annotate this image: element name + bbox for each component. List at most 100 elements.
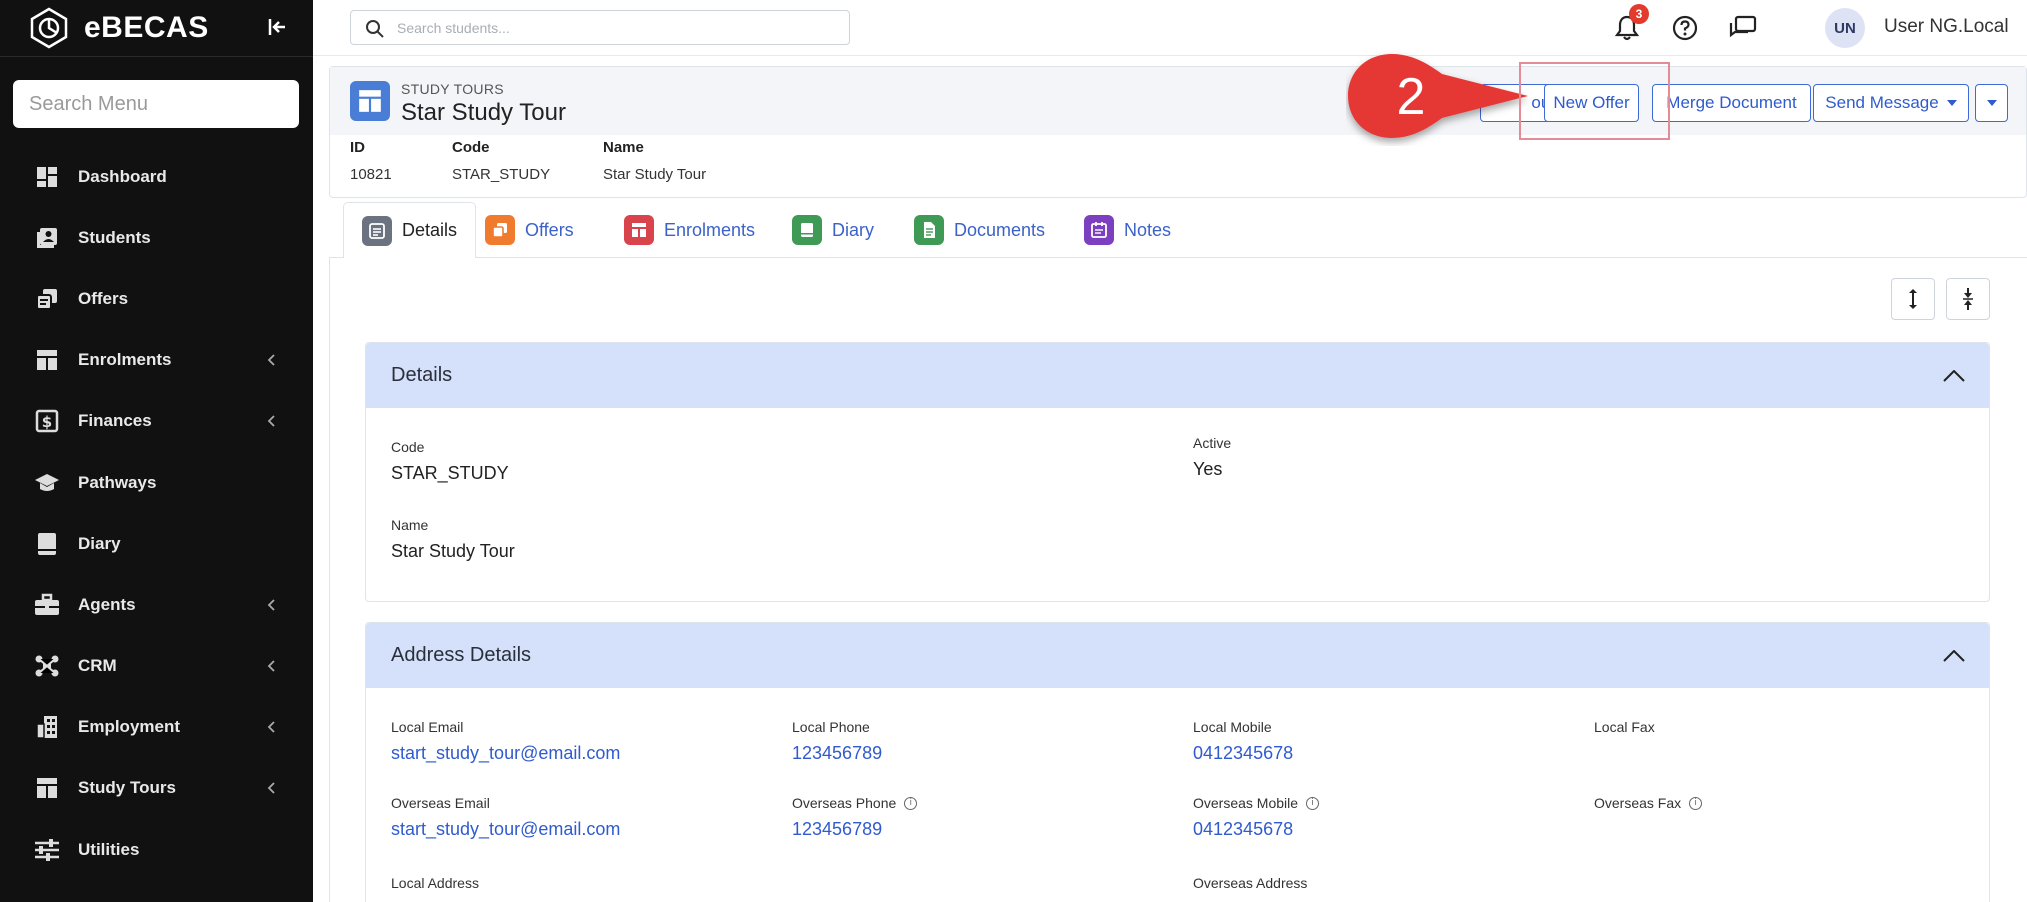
field-label-row: Overseas Phone i	[792, 795, 918, 811]
field-label: Local Fax	[1594, 719, 1655, 735]
field-label: Overseas Mobile	[1193, 795, 1299, 811]
tab-notes[interactable]: Notes	[1066, 202, 1189, 258]
crm-icon	[34, 653, 60, 679]
step-callout: 2	[1348, 54, 1528, 138]
expand-all-button[interactable]	[1891, 278, 1935, 320]
notification-badge: 3	[1629, 4, 1649, 24]
notifications-button[interactable]: 3	[1611, 4, 1649, 44]
overseas-mobile-link[interactable]: 0412345678	[1193, 819, 1319, 840]
sidebar-item-label: Utilities	[78, 839, 140, 859]
brand[interactable]: eBECAS	[28, 6, 209, 50]
messages-button[interactable]	[1727, 12, 1759, 44]
sidebar-item-label: Students	[78, 227, 151, 247]
sidebar-item-utilities[interactable]: Utilities	[0, 819, 313, 880]
sidebar-item-offers[interactable]: Offers	[0, 268, 313, 329]
enrolments-tab-icon	[624, 215, 654, 245]
local-email-link[interactable]: start_study_tour@email.com	[391, 743, 620, 764]
caret-down-icon	[1986, 100, 1997, 106]
study-tours-icon	[34, 775, 60, 801]
offers-icon	[34, 286, 60, 312]
field-label: Overseas Fax	[1594, 795, 1682, 811]
tab-enrolments[interactable]: Enrolments	[606, 202, 773, 258]
field-label: Code	[391, 439, 425, 455]
employment-icon	[34, 714, 60, 740]
collapse-all-button[interactable]	[1946, 278, 1990, 320]
details-panel-header[interactable]: Details	[366, 343, 1989, 408]
overseas-phone-link[interactable]: 123456789	[792, 819, 917, 840]
field-value: Yes	[1193, 459, 1223, 479]
field-local-phone: Local Phone 123456789	[792, 719, 882, 764]
panel-title: Details	[391, 364, 453, 386]
menu-search-input[interactable]	[13, 80, 299, 128]
overseas-email-link[interactable]: start_study_tour@email.com	[391, 819, 620, 840]
sidebar-item-pathways[interactable]: Pathways	[0, 452, 313, 513]
callout-number: 2	[1397, 68, 1426, 126]
chevron-left-icon	[267, 782, 275, 795]
sidebar-item-employment[interactable]: Employment	[0, 697, 313, 758]
sidebar-item-diary[interactable]: Diary	[0, 513, 313, 574]
notes-tab-icon	[1084, 215, 1114, 245]
local-phone-link[interactable]: 123456789	[792, 743, 882, 764]
tab-offers[interactable]: Offers	[467, 202, 592, 258]
app-name: eBECAS	[84, 11, 209, 44]
sidebar-item-label: Pathways	[78, 472, 157, 492]
chevron-left-icon	[267, 599, 275, 611]
chevron-left-icon	[267, 415, 275, 427]
sidebar-divider	[0, 56, 313, 57]
field-active: Active Yes	[1193, 435, 1231, 480]
breadcrumb[interactable]: STUDY TOURS	[401, 81, 504, 97]
field-value: 10821	[350, 166, 392, 183]
collapse-vertical-icon	[1963, 288, 1973, 310]
field-label: Local Phone	[792, 719, 870, 735]
address-panel-header[interactable]: Address Details	[366, 623, 1989, 688]
send-message-button[interactable]: Send Message	[1813, 84, 1969, 122]
sidebar-collapse-icon[interactable]	[264, 13, 292, 41]
student-search-input[interactable]	[397, 11, 837, 44]
help-button[interactable]	[1669, 12, 1701, 44]
tab-documents[interactable]: Documents	[896, 202, 1063, 258]
info-icon[interactable]: i	[1306, 796, 1320, 810]
sidebar-item-study-tours[interactable]: Study Tours	[0, 758, 313, 819]
sidebar-item-crm[interactable]: CRM	[0, 636, 313, 697]
sidebar-item-students[interactable]: Students	[0, 207, 313, 268]
chevron-up-icon[interactable]	[1941, 643, 1967, 669]
field-overseas-email: Overseas Email start_study_tour@email.co…	[391, 795, 620, 840]
tab-content: Details Code STAR_STUDY Active Yes Name …	[329, 258, 2027, 902]
sidebar-item-label: Study Tours	[78, 778, 176, 798]
tab-diary[interactable]: Diary	[774, 202, 892, 258]
tab-details[interactable]: Details	[343, 202, 477, 259]
sidebar-menu: Dashboard Students Offers Enrolments $ F…	[0, 146, 313, 880]
sidebar-item-label: Offers	[78, 288, 129, 308]
utilities-icon	[34, 837, 60, 863]
sidebar-item-agents[interactable]: Agents	[0, 574, 313, 635]
info-icon[interactable]: i	[1689, 796, 1703, 810]
avatar[interactable]: UN	[1825, 8, 1865, 48]
field-name: Name Star Study Tour	[391, 517, 515, 562]
documents-tab-icon	[914, 215, 944, 245]
expand-vertical-icon	[1909, 289, 1917, 309]
sidebar-item-label: CRM	[78, 656, 117, 676]
merge-document-button[interactable]: Merge Document	[1652, 84, 1811, 122]
sidebar-item-dashboard[interactable]: Dashboard	[0, 146, 313, 207]
local-mobile-link[interactable]: 0412345678	[1193, 743, 1293, 764]
field-value: STAR_STUDY	[391, 463, 509, 483]
field-local-mobile: Local Mobile 0412345678	[1193, 719, 1293, 764]
chevron-up-icon[interactable]	[1941, 363, 1967, 389]
tab-label: Diary	[832, 219, 875, 240]
record-field-name: Name Star Study Tour	[603, 139, 706, 183]
record-tabs: Details Offers Enrolments Diary Document…	[329, 202, 2027, 259]
info-icon[interactable]: i	[904, 796, 918, 810]
tab-label: Documents	[954, 219, 1046, 240]
user-name[interactable]: User NG.Local	[1884, 16, 2009, 38]
field-label: Overseas Phone	[792, 795, 897, 811]
caret-down-icon	[1946, 100, 1957, 106]
tab-label: Notes	[1124, 219, 1172, 240]
sidebar-item-enrolments[interactable]: Enrolments	[0, 330, 313, 391]
page-title: Star Study Tour	[401, 99, 566, 126]
sidebar-item-finances[interactable]: $ Finances	[0, 391, 313, 452]
more-actions-button[interactable]	[1975, 84, 2008, 122]
field-value: Star Study Tour	[391, 541, 515, 561]
student-search[interactable]	[350, 10, 850, 45]
field-label: Overseas Email	[391, 795, 490, 811]
address-details-panel: Address Details Local Email start_study_…	[365, 622, 1990, 902]
